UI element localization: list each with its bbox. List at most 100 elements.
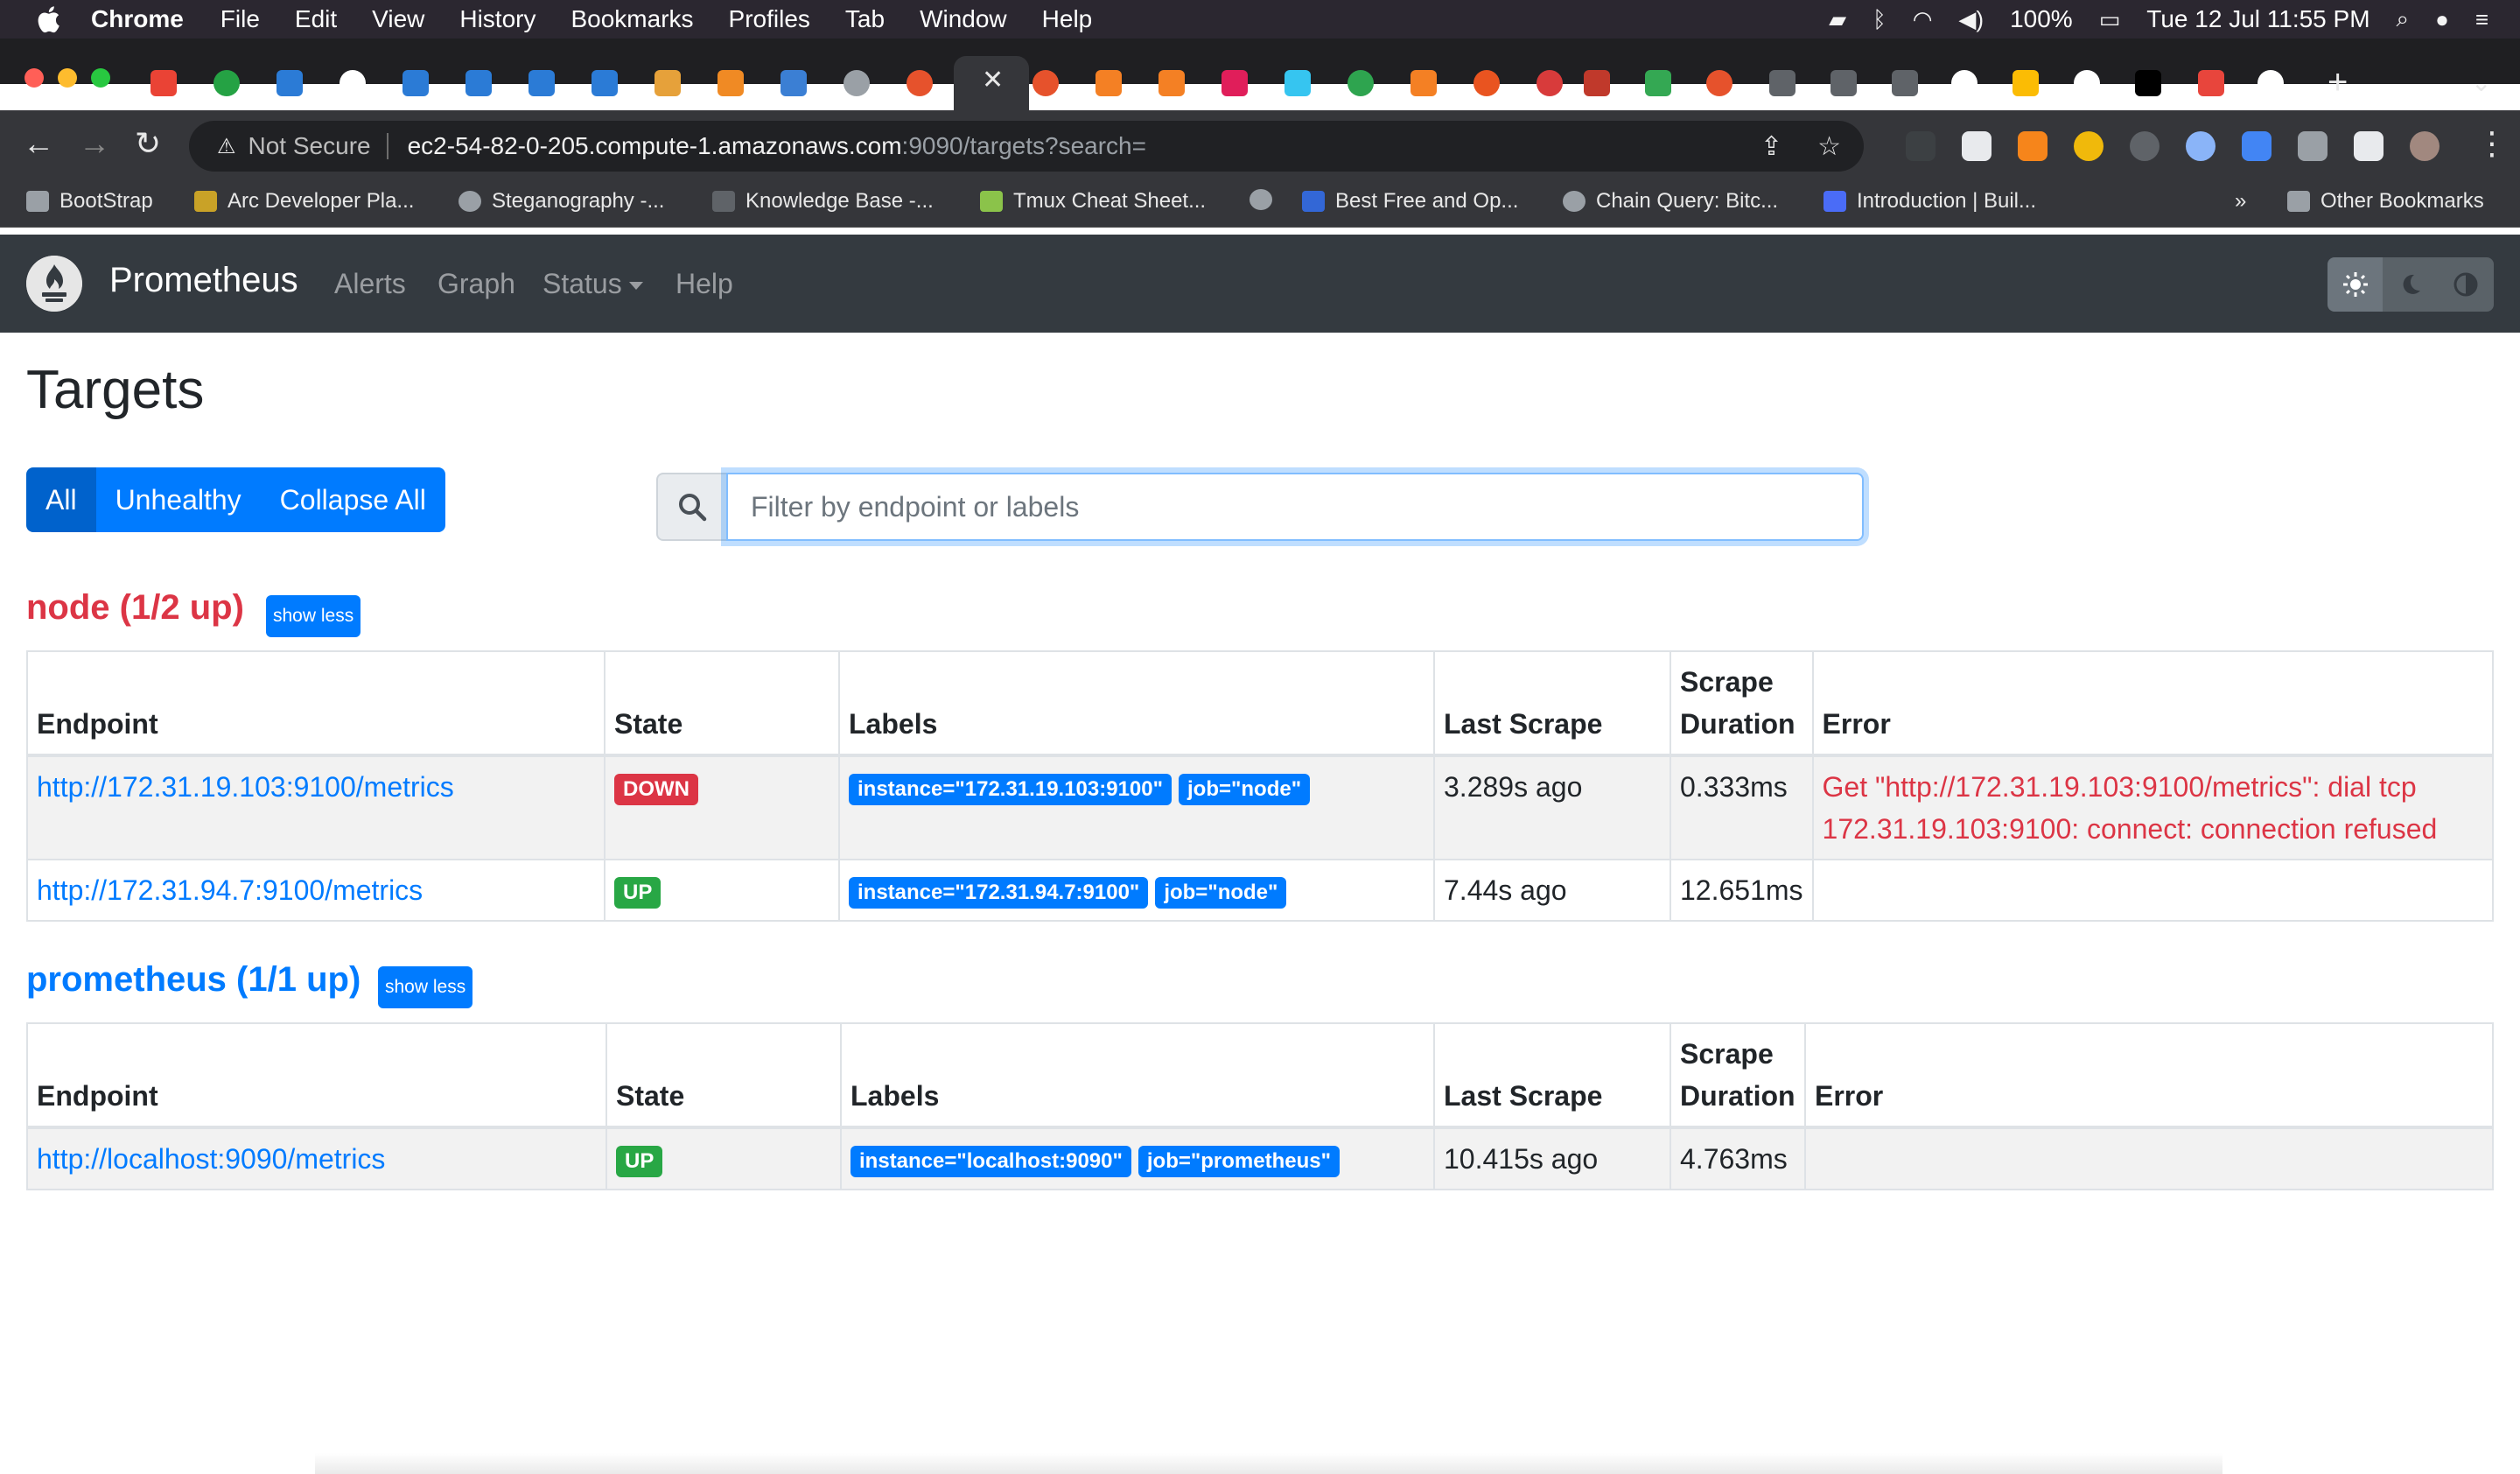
side-panel-icon[interactable] [2354,131,2384,161]
extension-metamask-icon[interactable] [2018,131,2048,161]
tab-github-icon[interactable] [340,70,366,96]
spotlight-search-icon[interactable]: ⌕ [2397,5,2410,33]
tab-udemy-icon[interactable] [402,70,429,96]
window-minimize-button[interactable] [58,68,77,88]
menu-bookmarks[interactable]: Bookmarks [570,5,693,33]
tab-slides-icon[interactable] [2012,70,2039,96]
menu-app-chrome[interactable]: Chrome [91,5,184,33]
brand-link[interactable]: Prometheus [109,261,298,300]
tab-jetbrains-icon[interactable] [2135,70,2161,96]
tab-udemy-icon[interactable] [276,70,303,96]
nav-graph[interactable]: Graph [438,268,515,300]
volume-icon[interactable]: ◀) [1958,6,1984,33]
siri-icon[interactable]: ● [2435,6,2449,33]
menu-window[interactable]: Window [920,5,1007,33]
security-label[interactable]: Not Secure [248,132,371,160]
nav-alerts[interactable]: Alerts [334,268,406,300]
menu-view[interactable]: View [372,5,424,33]
tab-slack-icon[interactable] [1222,70,1248,96]
tab-grafana-icon[interactable] [906,70,933,96]
bookmark-item[interactable]: Arc Developer Pla... [194,189,414,214]
menu-help[interactable]: Help [1042,5,1093,33]
bookmark-item[interactable]: BootStrap [26,189,153,214]
extension-binance-icon[interactable] [2074,131,2104,161]
tab-terminal-icon[interactable] [1830,70,1857,96]
window-close-button[interactable] [24,68,44,88]
filter-all-button[interactable]: All [26,467,96,532]
endpoint-link[interactable]: http://172.31.19.103:9100/metrics [37,771,454,803]
tab-ubuntu-icon[interactable] [1474,70,1500,96]
bookmark-item[interactable]: Best Free and Op... [1302,189,1518,214]
bookmark-item[interactable]: Chain Query: Bitc... [1563,189,1778,214]
menu-profiles[interactable]: Profiles [729,5,810,33]
battery-icon[interactable]: ▭ [2099,6,2121,33]
menu-file[interactable]: File [220,5,260,33]
new-tab-button[interactable]: + [2328,63,2348,102]
tab-google-icon[interactable] [1951,70,1978,96]
menu-edit[interactable]: Edit [295,5,337,33]
window-zoom-button[interactable] [91,68,110,88]
tab-check-icon[interactable] [1348,70,1374,96]
tab-search-chevron-icon[interactable]: ⌄ [2471,68,2491,97]
other-bookmarks[interactable]: Other Bookmarks [2287,189,2484,214]
reload-icon[interactable]: ↻ [135,128,161,159]
light-theme-button[interactable] [2328,257,2384,312]
menu-tab[interactable]: Tab [845,5,885,33]
browser-theme-button[interactable] [2438,257,2494,312]
tab-slack-icon[interactable] [1284,70,1311,96]
bookmark-item[interactable]: Steganography -... [458,189,664,214]
video-icon[interactable]: ▰ [1829,6,1846,33]
back-arrow-icon[interactable]: ← [23,128,54,159]
extension-circle-icon[interactable] [2186,131,2216,161]
show-less-button[interactable]: show less [378,966,473,1008]
tab-vscode-icon[interactable] [780,70,807,96]
close-tab-icon[interactable]: ✕ [982,65,1004,95]
show-less-button[interactable]: show less [266,595,361,637]
chrome-menu-icon[interactable]: ⋮ [2476,128,2508,159]
endpoint-link[interactable]: http://172.31.94.7:9100/metrics [37,874,423,906]
url-host[interactable]: ec2-54-82-0-205.compute-1.amazonaws.com [408,132,902,160]
apple-menu-icon[interactable] [35,5,61,33]
tab-prometheus-icon[interactable] [1706,70,1732,96]
filter-unhealthy-button[interactable]: Unhealthy [95,467,261,532]
bluetooth-icon[interactable]: ᛒ [1872,6,1886,33]
tab-prometheus-icon[interactable] [1032,70,1059,96]
bookmark-item[interactable] [1250,189,1272,210]
tab-udemy-icon[interactable] [592,70,618,96]
tab-fp-icon[interactable] [1584,70,1610,96]
pool-title-prometheus[interactable]: prometheus (1/1 up) [26,960,360,1000]
share-icon[interactable]: ⇪ [1760,131,1782,162]
tab-whatsapp-icon[interactable] [214,70,240,96]
address-bar[interactable]: ⚠ Not Secure ec2-54-82-0-205.compute-1.a… [189,121,1864,172]
extension-spider-icon[interactable] [2130,131,2160,161]
collapse-all-button[interactable]: Collapse All [260,467,445,532]
url-path[interactable]: :9090/targets?search= [902,132,1146,160]
menu-history[interactable]: History [459,5,536,33]
pool-title-node[interactable]: node (1/2 up) [26,588,244,628]
tab-box-icon[interactable] [654,70,681,96]
tab-aws-icon[interactable] [718,70,744,96]
wifi-icon[interactable]: ◠ [1913,6,1933,33]
bookmark-item[interactable]: Tmux Cheat Sheet... [980,189,1206,214]
extensions-puzzle-icon[interactable] [2298,131,2328,161]
nav-status-dropdown[interactable]: Status [542,268,643,300]
tab-quora-icon[interactable] [1536,70,1563,96]
tab-udemy-icon[interactable] [528,70,555,96]
extension-screen-icon[interactable] [2242,131,2272,161]
endpoint-link[interactable]: http://localhost:9090/metrics [37,1143,385,1175]
bookmark-item[interactable]: Introduction | Buil... [1824,189,2036,214]
warning-triangle-icon[interactable]: ⚠ [217,134,236,159]
tab-terminal-icon[interactable] [1769,70,1796,96]
bookmark-star-icon[interactable]: ☆ [1817,131,1841,162]
tab-terminal-icon[interactable] [1892,70,1918,96]
clock[interactable]: Tue 12 Jul 11:55 PM [2146,5,2370,33]
dark-theme-button[interactable] [2383,257,2439,312]
tab-google-icon[interactable] [2074,70,2100,96]
tab-gmail-icon[interactable] [150,70,177,96]
control-center-icon[interactable]: ≡ [2475,6,2488,33]
tab-active-prometheus[interactable]: ✕ [954,56,1029,110]
tab-slashes-icon[interactable] [2198,70,2224,96]
profile-avatar[interactable] [2410,131,2440,161]
tab-google-icon[interactable] [2258,70,2284,96]
tab-globe-icon[interactable] [844,70,870,96]
